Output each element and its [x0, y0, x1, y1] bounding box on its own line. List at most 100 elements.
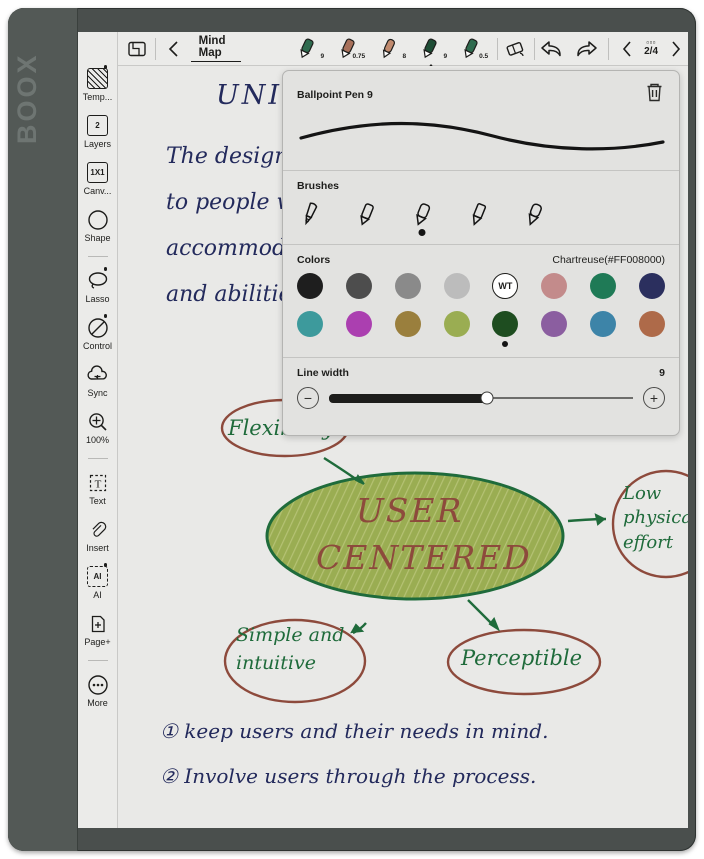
pen-tool-2[interactable]: 0.75 [334, 36, 366, 62]
sidebar-item-more[interactable]: More [78, 672, 118, 708]
pen-tool-3[interactable]: 8 [375, 36, 406, 62]
next-page-button[interactable] [662, 36, 688, 62]
sidebar-item-sync[interactable]: Sync [78, 362, 118, 398]
slider-knob[interactable] [480, 391, 494, 405]
color-swatch-sienna[interactable] [638, 311, 665, 337]
node-label-simple: Simple and intuitive [236, 624, 345, 674]
color-swatch-olive[interactable] [443, 311, 470, 337]
sidebar-label-canvas: Canv... [83, 186, 112, 196]
sidebar-label-lasso: Lasso [85, 294, 110, 304]
pen-size-4: 9 [443, 52, 448, 60]
color-swatch-navy[interactable] [638, 273, 665, 299]
sidebar-item-shape[interactable]: Shape [78, 207, 118, 243]
increase-width-button[interactable]: + [643, 387, 665, 409]
sidebar-item-lasso[interactable]: Lasso [78, 267, 118, 304]
center-node-line-2: CENTERED [316, 538, 532, 577]
page-number: 2/4 [644, 46, 659, 58]
sidebar-label-insert: Insert [86, 543, 109, 553]
pen-tool-5[interactable]: 0.5 [457, 36, 488, 62]
brush-fountain-pen[interactable] [297, 200, 323, 230]
linewidth-header: Line width 9 [297, 367, 665, 379]
sidebar-item-zoom[interactable]: 100% [78, 409, 118, 445]
color-swatch-purple[interactable] [541, 311, 568, 337]
list-marker-2: ② [160, 764, 178, 788]
paperclip-icon [85, 517, 110, 542]
selected-color-name: Chartreuse(#FF008000) [552, 254, 665, 266]
sidebar-divider-1 [87, 256, 108, 257]
linewidth-slider[interactable] [329, 391, 633, 405]
node-label-perceptible: Perceptible [461, 646, 583, 670]
sidebar-item-layers[interactable]: 2 Layers [78, 113, 118, 149]
zoom-in-icon [85, 409, 110, 434]
decrease-width-button[interactable]: − [297, 387, 319, 409]
sidebar-item-addpage[interactable]: Page+ [78, 611, 118, 647]
eraser-button[interactable] [503, 36, 529, 62]
sidebar-item-insert[interactable]: Insert [78, 517, 118, 553]
color-swatch-pink[interactable] [541, 273, 568, 299]
brushes-section: Brushes [283, 171, 679, 234]
template-toggle-button[interactable] [124, 36, 150, 62]
color-swatch-dark-gray[interactable] [345, 273, 372, 299]
top-toolbar: Mind Map 9 0.75 8 9 0.5 ▫▫▫ 2/4 [118, 32, 688, 66]
sidebar-divider-3 [87, 660, 108, 661]
sidebar-label-control: Control [82, 341, 112, 351]
trash-icon[interactable] [644, 81, 665, 108]
color-swatch-magenta[interactable] [345, 311, 372, 337]
sidebar-label-more: More [87, 698, 108, 708]
back-button[interactable] [161, 36, 187, 62]
pen-size-1: 9 [320, 52, 325, 60]
linewidth-section: Line width 9 − + [283, 358, 679, 409]
color-swatch-black[interactable] [297, 273, 323, 299]
sidebar-label-text: Text [89, 496, 106, 506]
more-dots-icon [85, 672, 110, 697]
redo-button[interactable] [573, 36, 599, 62]
slider-fill [329, 393, 488, 403]
color-swatch-teal[interactable] [297, 311, 323, 337]
linewidth-label: Line width [297, 367, 349, 379]
list-text-2: Involve users through the process. [184, 764, 537, 788]
stroke-preview [283, 108, 679, 160]
brush-list [297, 192, 665, 234]
pen-size-2: 0.75 [352, 52, 366, 60]
sidebar-item-control[interactable]: Control [78, 314, 118, 351]
sidebar-item-canvas[interactable]: 1X1 Canv... [78, 160, 118, 196]
node-label-low-effort: Low physical effort [623, 483, 688, 553]
sidebar-item-text[interactable]: T Text [78, 470, 118, 506]
sidebar-item-template[interactable]: Temp... [78, 65, 118, 102]
page-indicator[interactable]: ▫▫▫ 2/4 [644, 38, 659, 58]
boox-logo: BOOX [12, 52, 42, 144]
pen-tool-1[interactable]: 9 [293, 36, 325, 62]
center-node-line-1: USER [356, 491, 464, 530]
ai-label: AI [87, 566, 108, 587]
layers-icon: 2 [85, 113, 110, 138]
color-swatch-gray[interactable] [394, 273, 421, 299]
prev-page-button[interactable] [614, 36, 640, 62]
svg-text:T: T [94, 478, 101, 490]
sync-cloud-icon [85, 362, 110, 387]
template-icon [85, 65, 110, 91]
sidebar-label-ai: AI [93, 590, 102, 600]
color-row-1: WT [297, 266, 665, 301]
color-swatch-white[interactable]: WT [492, 273, 519, 299]
sidebar-label-zoom: 100% [85, 435, 110, 445]
color-swatch-light-gray[interactable] [443, 273, 470, 299]
color-swatch-green[interactable] [590, 273, 617, 299]
color-swatch-steel-blue[interactable] [590, 311, 617, 337]
undo-button[interactable] [539, 36, 565, 62]
linewidth-slider-row: − + [297, 379, 665, 409]
device-screen: Temp... 2 Layers 1X1 Canv... Shape Lasso… [78, 32, 688, 828]
canvas-list-item-1: ① keep users and their needs in mind. [160, 719, 548, 743]
canvas-list-item-2: ② Involve users through the process. [160, 764, 536, 788]
color-swatch-dark-green[interactable] [492, 311, 519, 337]
pen-tool-4[interactable]: 9 [416, 36, 448, 62]
sidebar-item-ai[interactable]: AI AI [78, 563, 118, 600]
brush-brush-pen[interactable] [521, 200, 547, 230]
brush-ballpoint[interactable] [353, 200, 379, 230]
brush-marker[interactable] [409, 200, 435, 230]
ai-icon: AI [85, 563, 110, 589]
brush-pencil[interactable] [465, 200, 491, 230]
document-title[interactable]: Mind Map [190, 35, 242, 62]
color-swatch-dark-yellow[interactable] [394, 311, 421, 337]
toolbar-divider-3 [533, 37, 535, 60]
boox-device: BOOX Temp... 2 Layers 1X1 Canv... Shape … [8, 8, 696, 851]
